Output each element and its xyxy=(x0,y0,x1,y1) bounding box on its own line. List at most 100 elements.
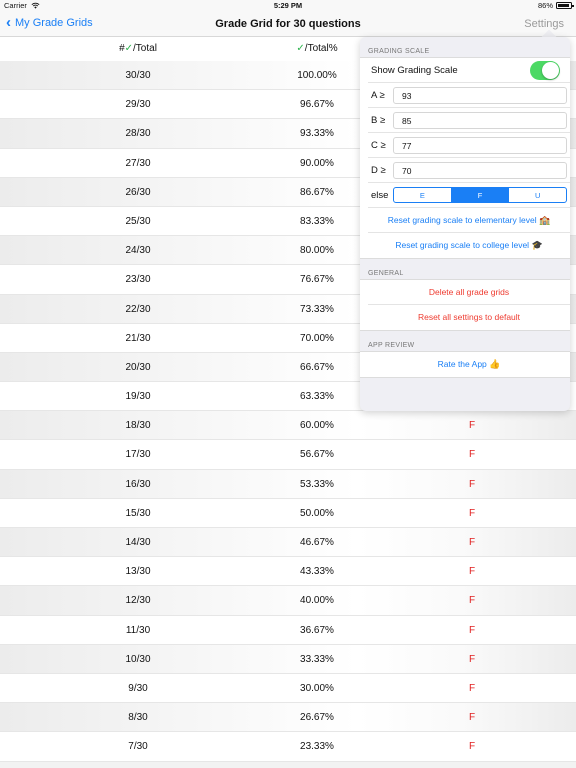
table-row: 16/30 53.33% F xyxy=(0,469,576,499)
percent-cell: 76.67% xyxy=(300,274,334,286)
else-label: else xyxy=(371,190,389,201)
else-grade-segmented-control: E F U xyxy=(393,187,567,203)
threshold-b-cell: B ≥ 85 xyxy=(368,108,570,133)
thumbs-up-icon: 👍 xyxy=(489,359,501,369)
grade-cell: F xyxy=(468,712,476,724)
grade-cell: F xyxy=(468,682,476,694)
status-time: 5:29 PM xyxy=(273,1,303,10)
show-grading-scale-cell: Show Grading Scale xyxy=(368,58,570,83)
threshold-a-cell: A ≥ 93 xyxy=(368,83,570,108)
else-option-e[interactable]: E xyxy=(394,188,452,202)
threshold-d-input[interactable]: 70 xyxy=(393,162,567,179)
battery-status: 86% xyxy=(537,1,574,10)
reset-college-button[interactable]: Reset grading scale to college level 🎓 xyxy=(368,233,570,258)
threshold-a-label: A ≥ xyxy=(371,90,385,101)
table-row: 10/30 33.33% F xyxy=(0,644,576,674)
threshold-c-label: C ≥ xyxy=(371,140,386,151)
rate-app-label: Rate the App xyxy=(437,359,487,369)
score-cell: 28/30 xyxy=(125,128,151,140)
section-header-app-review: APP REVIEW xyxy=(368,342,415,349)
score-cell: 17/30 xyxy=(125,449,151,461)
percent-cell: 73.33% xyxy=(300,303,334,315)
score-cell: 12/30 xyxy=(125,595,151,607)
delete-all-grids-button[interactable]: Delete all grade grids xyxy=(368,280,570,305)
table-row: 14/30 46.67% F xyxy=(0,528,576,558)
grading-scale-group: Show Grading Scale A ≥ 93 B ≥ 85 C ≥ 77 … xyxy=(360,57,570,259)
grade-cell: F xyxy=(468,507,476,519)
else-option-f[interactable]: F xyxy=(451,188,510,202)
score-cell: 14/30 xyxy=(125,537,151,548)
status-bar: Carrier 5:29 PM 86% xyxy=(0,0,576,12)
graduation-cap-icon: 🎓 xyxy=(531,240,543,250)
score-cell: 19/30 xyxy=(125,391,151,403)
table-row: 15/30 50.00% F xyxy=(0,498,576,528)
app-review-group: Rate the App 👍 xyxy=(360,351,570,378)
threshold-c-input[interactable]: 77 xyxy=(393,137,567,154)
threshold-d-cell: D ≥ 70 xyxy=(368,158,570,183)
threshold-a-input[interactable]: 93 xyxy=(393,87,567,104)
battery-percent: 86% xyxy=(537,1,553,10)
checkmark-icon: ✓ xyxy=(124,43,134,54)
percent-cell: 80.00% xyxy=(300,245,334,257)
score-cell: 7/30 xyxy=(128,741,148,753)
percent-cell: 66.67% xyxy=(300,361,334,373)
score-cell: 15/30 xyxy=(125,507,151,519)
percent-cell: 70.00% xyxy=(300,332,334,344)
percent-cell: 83.33% xyxy=(300,215,334,227)
reset-elementary-label: Reset grading scale to elementary level xyxy=(387,215,537,225)
column-header-count: #✓/Total xyxy=(78,43,198,54)
grade-cell: F xyxy=(468,741,476,753)
percent-cell: 56.67% xyxy=(300,449,334,461)
score-cell: 18/30 xyxy=(125,420,151,432)
score-cell: 29/30 xyxy=(125,99,151,111)
table-row: 18/30 60.00% F xyxy=(0,411,576,441)
rate-app-label-wrap: Rate the App 👍 xyxy=(368,359,570,370)
percent-cell: 100.00% xyxy=(297,70,337,81)
reset-elementary-button[interactable]: Reset grading scale to elementary level … xyxy=(368,208,570,233)
percent-cell: 23.33% xyxy=(300,741,334,753)
reset-elementary-label-wrap: Reset grading scale to elementary level … xyxy=(368,215,570,226)
grade-cell: F xyxy=(468,653,476,665)
else-option-u[interactable]: U xyxy=(509,188,566,202)
settings-button[interactable]: Settings xyxy=(524,18,564,30)
battery-icon xyxy=(556,2,574,9)
percent-cell: 96.67% xyxy=(300,99,334,111)
grade-cell: F xyxy=(468,420,476,432)
threshold-d-label: D ≥ xyxy=(371,165,386,176)
percent-cell: 30.00% xyxy=(300,682,334,694)
column-header-percent: ✓/Total% xyxy=(257,43,377,54)
navigation-bar: ‹ My Grade Grids Grade Grid for 30 quest… xyxy=(0,12,576,37)
grade-cell: F xyxy=(468,566,476,578)
percent-cell: 36.67% xyxy=(300,624,334,636)
score-cell: 8/30 xyxy=(128,712,148,724)
rate-app-button[interactable]: Rate the App 👍 xyxy=(368,352,570,377)
threshold-c-cell: C ≥ 77 xyxy=(368,133,570,158)
settings-popover: GRADING SCALE Show Grading Scale A ≥ 93 … xyxy=(360,37,570,411)
delete-all-grids-label: Delete all grade grids xyxy=(428,287,510,297)
show-grading-scale-label: Show Grading Scale xyxy=(371,65,458,76)
percent-cell: 63.33% xyxy=(300,391,334,403)
table-row: 7/30 23.33% F xyxy=(0,732,576,762)
percent-cell: 33.33% xyxy=(300,653,334,665)
show-grading-scale-toggle[interactable] xyxy=(530,61,560,80)
score-cell: 27/30 xyxy=(125,157,151,169)
reset-all-settings-label: Reset all settings to default xyxy=(417,312,521,322)
reset-all-settings-button[interactable]: Reset all settings to default xyxy=(368,305,570,330)
threshold-b-input[interactable]: 85 xyxy=(393,112,567,129)
reset-college-label-wrap: Reset grading scale to college level 🎓 xyxy=(368,240,570,251)
table-row: 11/30 36.67% F xyxy=(0,615,576,645)
percent-header-suffix: /Total% xyxy=(304,43,338,54)
score-cell: 11/30 xyxy=(125,624,151,636)
score-cell: 22/30 xyxy=(125,303,151,315)
score-cell: 16/30 xyxy=(125,478,151,490)
percent-cell: 90.00% xyxy=(300,157,334,169)
section-header-grading-scale: GRADING SCALE xyxy=(368,48,430,55)
grade-cell: F xyxy=(468,537,476,548)
grade-cell: F xyxy=(468,449,476,461)
percent-cell: 50.00% xyxy=(300,507,334,519)
score-cell: 24/30 xyxy=(125,245,151,257)
section-header-general: GENERAL xyxy=(368,270,404,277)
count-header-suffix: /Total xyxy=(133,43,157,54)
percent-cell: 86.67% xyxy=(300,186,334,198)
score-cell: 9/30 xyxy=(128,682,148,694)
